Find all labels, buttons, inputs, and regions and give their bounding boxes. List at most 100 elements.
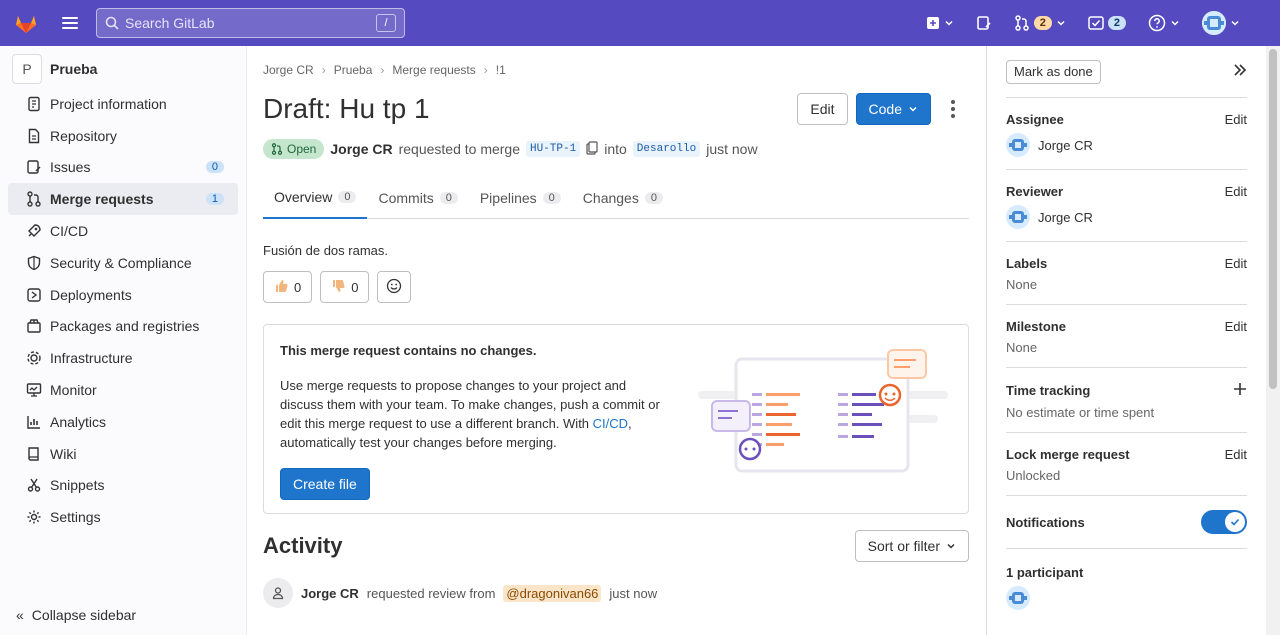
top-navbar: / 2 2 (0, 0, 1280, 46)
book-icon (26, 446, 42, 462)
sidebar-item-settings[interactable]: Settings (8, 501, 238, 533)
tab-pipelines[interactable]: Pipelines 0 (469, 177, 572, 218)
sidebar-item-merge-requests[interactable]: Merge requests 1 (8, 183, 238, 216)
project-header[interactable]: P Prueba (0, 50, 246, 88)
merge-icon (1015, 15, 1029, 31)
help-button[interactable] (1144, 8, 1184, 38)
sidebar-item-packages[interactable]: Packages and registries (8, 311, 238, 343)
plus-icon[interactable] (1233, 382, 1247, 399)
assignee-value[interactable]: Jorge CR (1006, 133, 1247, 157)
reviewer-edit-link[interactable]: Edit (1225, 184, 1247, 199)
merge-icon (26, 191, 42, 207)
mr-meta: Open Jorge CR requested to merge HU-TP-1… (263, 139, 969, 159)
chevron-down-icon (1231, 20, 1239, 26)
sidebar-item-analytics[interactable]: Analytics (8, 406, 238, 438)
issues-icon (26, 159, 42, 175)
cloud-gear-icon (26, 350, 42, 366)
info-icon (26, 96, 42, 112)
activity-author[interactable]: Jorge CR (301, 586, 359, 601)
code-dropdown-button[interactable]: Code (855, 93, 931, 125)
breadcrumb-item[interactable]: Prueba (334, 63, 373, 77)
labels-value: None (1006, 277, 1038, 292)
tab-overview[interactable]: Overview 0 (263, 177, 368, 219)
create-file-button[interactable]: Create file (280, 468, 370, 500)
sidebar-item-security[interactable]: Security & Compliance (8, 247, 238, 279)
user-mention[interactable]: @dragonivan66 (503, 584, 602, 602)
sidebar-item-cicd[interactable]: CI/CD (8, 215, 238, 247)
mr-into-text: into (604, 141, 627, 157)
breadcrumb-separator-icon: › (483, 63, 488, 77)
participants-block: 1 participant (1006, 549, 1247, 613)
question-icon (1148, 14, 1166, 32)
breadcrumb-item[interactable]: Merge requests (392, 63, 475, 77)
avatar (1006, 133, 1030, 157)
activity-time: just now (609, 585, 658, 601)
milestone-edit-link[interactable]: Edit (1225, 319, 1247, 334)
menu-hamburger-icon[interactable] (52, 0, 88, 46)
breadcrumb-item[interactable]: !1 (496, 63, 506, 77)
sidebar-item-snippets[interactable]: Snippets (8, 470, 238, 502)
notifications-block: Notifications (1006, 496, 1247, 549)
search-input[interactable] (125, 15, 376, 31)
chevron-down-icon (1171, 20, 1179, 26)
cicd-link[interactable]: CI/CD (593, 416, 628, 431)
more-actions-icon[interactable] (937, 93, 969, 125)
edit-button[interactable]: Edit (797, 93, 848, 125)
smiley-icon (386, 278, 402, 297)
empty-state-text: Use merge requests to propose changes to… (280, 378, 660, 450)
thumbs-down-button[interactable]: 0 (320, 271, 370, 303)
notifications-toggle[interactable] (1201, 510, 1247, 534)
gitlab-logo-icon[interactable] (0, 0, 52, 46)
sort-filter-dropdown[interactable]: Sort or filter (854, 530, 969, 562)
gear-icon (26, 509, 42, 525)
collapse-sidebar-button[interactable]: « Collapse sidebar (16, 607, 136, 623)
package-icon (26, 318, 42, 334)
sidebar-item-infrastructure[interactable]: Infrastructure (8, 342, 238, 374)
tab-commits[interactable]: Commits 0 (367, 177, 468, 218)
avatar (1006, 205, 1030, 229)
sidebar-nav: Project information Repository Issues 0 … (0, 88, 246, 533)
lock-block: Lock merge request Edit Unlocked (1006, 433, 1247, 496)
sidebar-item-issues[interactable]: Issues 0 (8, 152, 238, 184)
labels-edit-link[interactable]: Edit (1225, 256, 1247, 271)
target-branch[interactable]: Desarollo (632, 141, 701, 157)
add-reaction-button[interactable] (377, 271, 412, 303)
breadcrumb-item[interactable]: Jorge CR (263, 63, 314, 77)
sidebar-item-monitor[interactable]: Monitor (8, 374, 238, 406)
collapse-right-sidebar-icon[interactable] (1233, 63, 1247, 80)
tab-changes[interactable]: Changes 0 (572, 177, 674, 218)
participant-avatar[interactable] (1006, 586, 1247, 613)
assignee-edit-link[interactable]: Edit (1225, 112, 1247, 127)
sidebar-item-deployments[interactable]: Deployments (8, 279, 238, 311)
issues-nav-button[interactable] (972, 8, 996, 38)
mr-author[interactable]: Jorge CR (330, 141, 392, 157)
user-menu-button[interactable] (1198, 8, 1244, 38)
status-badge: Open (263, 139, 325, 159)
scrollbar-thumb[interactable] (1269, 49, 1277, 389)
issues-count-badge: 0 (205, 161, 224, 174)
tab-count-badge: 0 (439, 191, 458, 204)
lock-value: Unlocked (1006, 468, 1061, 483)
sidebar-item-wiki[interactable]: Wiki (8, 438, 238, 470)
sidebar-item-project-information[interactable]: Project information (8, 88, 238, 120)
notifications-label: Notifications (1006, 514, 1085, 530)
merge-icon (271, 143, 283, 155)
source-branch[interactable]: HU-TP-1 (526, 141, 581, 157)
mr-count-badge: 2 (1033, 16, 1052, 30)
activity-text: requested review from (366, 585, 496, 601)
todos-nav-button[interactable]: 2 (1084, 8, 1130, 38)
chart-icon (26, 414, 42, 430)
mr-tabs: Overview 0 Commits 0 Pipelines 0 Changes… (263, 177, 969, 219)
todo-count-badge: 2 (1107, 16, 1126, 30)
main-content: Jorge CR › Prueba › Merge requests › !1 … (263, 46, 969, 635)
lock-edit-link[interactable]: Edit (1225, 447, 1247, 462)
reviewer-value[interactable]: Jorge CR (1006, 205, 1247, 229)
search-box[interactable]: / (96, 8, 405, 38)
create-new-button[interactable] (922, 8, 958, 38)
copy-icon[interactable] (586, 140, 598, 158)
merge-requests-nav-button[interactable]: 2 (1010, 8, 1070, 38)
page-scrollbar[interactable] (1266, 46, 1280, 635)
sidebar-item-repository[interactable]: Repository (8, 120, 238, 152)
thumbs-up-button[interactable]: 0 (263, 271, 313, 303)
mark-as-done-button[interactable]: Mark as done (1006, 59, 1101, 84)
